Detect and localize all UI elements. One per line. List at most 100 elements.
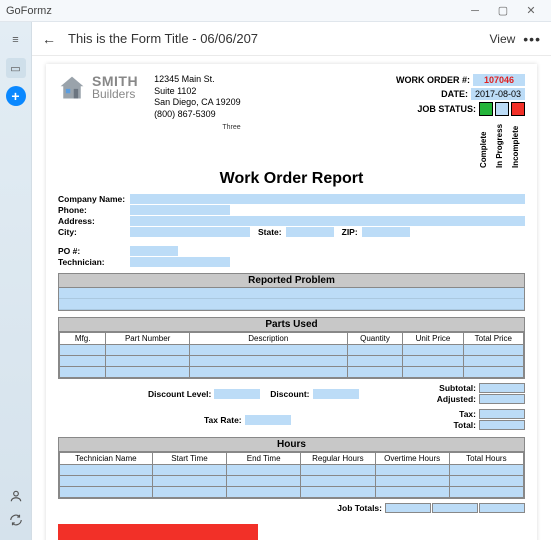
field-company[interactable] xyxy=(130,194,525,204)
status-inprogress-box[interactable] xyxy=(495,102,509,116)
table-row[interactable] xyxy=(60,367,524,378)
wo-status-label: JOB STATUS: xyxy=(417,104,476,114)
address-line3: San Diego, CA 19209 xyxy=(154,97,241,109)
field-phone[interactable] xyxy=(130,205,230,215)
field-adjusted[interactable] xyxy=(479,394,525,404)
field-discount[interactable] xyxy=(313,389,359,399)
brand-name-top: SMITH xyxy=(92,74,138,88)
address-line2: Suite 1102 xyxy=(154,86,241,98)
table-row[interactable] xyxy=(60,476,524,487)
field-taxrate[interactable] xyxy=(245,415,291,425)
hours-col-reg: Regular Hours xyxy=(301,453,375,465)
label-zip: ZIP: xyxy=(342,227,358,237)
parts-col-desc: Description xyxy=(189,333,347,345)
close-button[interactable]: ✕ xyxy=(517,4,545,17)
parts-col-total: Total Price xyxy=(463,333,523,345)
problem-row[interactable] xyxy=(59,288,524,299)
field-job-totals-reg[interactable] xyxy=(385,503,431,513)
label-discount: Discount: xyxy=(270,389,309,399)
status-label-incomplete: Incomplete xyxy=(511,118,525,168)
table-row[interactable] xyxy=(60,465,524,476)
section-reported-problem: Reported Problem xyxy=(58,273,525,311)
problem-row[interactable] xyxy=(59,299,524,310)
label-address: Address: xyxy=(58,216,130,226)
field-job-totals-ot[interactable] xyxy=(432,503,478,513)
work-order-block: WORK ORDER #: 107046 DATE: 2017-08-03 JO… xyxy=(396,74,525,168)
hours-col-start: Start Time xyxy=(152,453,226,465)
status-complete-box[interactable] xyxy=(479,102,493,116)
label-tax: Tax: xyxy=(459,409,476,419)
field-subtotal[interactable] xyxy=(479,383,525,393)
parts-col-partnum: Part Number xyxy=(106,333,190,345)
parts-col-unit: Unit Price xyxy=(403,333,463,345)
table-row[interactable] xyxy=(60,345,524,356)
section-head-hours: Hours xyxy=(59,438,524,452)
wo-num-field[interactable]: 107046 xyxy=(473,74,525,86)
minimize-button[interactable]: ─ xyxy=(461,5,489,17)
status-label-inprogress: In Progress xyxy=(495,118,509,168)
section-head-parts: Parts Used xyxy=(59,318,524,332)
status-incomplete-box[interactable] xyxy=(511,102,525,116)
label-phone: Phone: xyxy=(58,205,130,215)
hours-col-ot: Overtime Hours xyxy=(375,453,449,465)
logo: SMITH Builders xyxy=(58,74,138,168)
house-icon xyxy=(58,74,86,102)
sync-icon[interactable] xyxy=(6,510,26,530)
view-link[interactable]: View xyxy=(489,32,515,46)
field-total[interactable] xyxy=(479,420,525,430)
app-title: GoFormz xyxy=(6,5,52,17)
info-grid: Company Name: Phone: Address: City: Stat… xyxy=(58,194,525,267)
field-zip[interactable] xyxy=(362,227,410,237)
form-document: SMITH Builders 12345 Main St. Suite 1102… xyxy=(46,64,537,540)
section-hours: Hours Technician Name Start Time End Tim… xyxy=(58,437,525,499)
hours-col-end: End Time xyxy=(227,453,301,465)
user-icon[interactable] xyxy=(6,486,26,506)
section-parts-used: Parts Used Mfg. Part Number Description … xyxy=(58,317,525,379)
address-block: 12345 Main St. Suite 1102 San Diego, CA … xyxy=(154,74,241,168)
label-tech: Technician: xyxy=(58,257,130,267)
label-company: Company Name: xyxy=(58,194,130,204)
parts-col-qty: Quantity xyxy=(347,333,403,345)
label-taxrate: Tax Rate: xyxy=(204,415,242,425)
window-titlebar: GoFormz ─ ▢ ✕ xyxy=(0,0,551,22)
field-discount-level[interactable] xyxy=(214,389,260,399)
parts-table: Mfg. Part Number Description Quantity Un… xyxy=(59,332,524,378)
label-discount-level: Discount Level: xyxy=(148,389,211,399)
three-tag: Three xyxy=(154,123,241,132)
signature-pad[interactable] xyxy=(58,524,258,540)
back-arrow-icon[interactable]: ← xyxy=(42,31,58,47)
header-bar: ← This is the Form Title - 06/06/207 Vie… xyxy=(32,22,551,56)
field-po[interactable] xyxy=(130,246,178,256)
status-label-complete: Complete xyxy=(479,118,493,168)
field-job-totals-total[interactable] xyxy=(479,503,525,513)
section-head-problem: Reported Problem xyxy=(59,274,524,288)
hours-col-total: Total Hours xyxy=(449,453,523,465)
hours-col-tech: Technician Name xyxy=(60,453,153,465)
brand-name-bottom: Builders xyxy=(92,88,138,100)
hamburger-icon[interactable]: ≡ xyxy=(6,30,26,50)
field-tax[interactable] xyxy=(479,409,525,419)
field-state[interactable] xyxy=(286,227,334,237)
maximize-button[interactable]: ▢ xyxy=(489,4,517,17)
label-city: City: xyxy=(58,227,130,237)
table-row[interactable] xyxy=(60,487,524,498)
page-title: This is the Form Title - 06/06/207 xyxy=(68,31,258,46)
wo-date-field[interactable]: 2017-08-03 xyxy=(471,88,525,100)
field-city[interactable] xyxy=(130,227,250,237)
hours-table: Technician Name Start Time End Time Regu… xyxy=(59,452,524,498)
label-total: Total: xyxy=(453,420,476,430)
label-state: State: xyxy=(258,227,282,237)
table-row[interactable] xyxy=(60,356,524,367)
label-adjusted: Adjusted: xyxy=(437,394,476,404)
field-address[interactable] xyxy=(130,216,525,226)
sidebar: ≡ ▭ + xyxy=(0,22,32,540)
field-tech[interactable] xyxy=(130,257,230,267)
add-button[interactable]: + xyxy=(6,86,26,106)
address-line1: 12345 Main St. xyxy=(154,74,241,86)
label-job-totals: Job Totals: xyxy=(337,503,382,513)
more-icon[interactable]: ••• xyxy=(523,31,541,47)
document-icon[interactable]: ▭ xyxy=(6,58,26,78)
wo-date-label: DATE: xyxy=(441,89,468,99)
document-title: Work Order Report xyxy=(58,170,525,188)
wo-num-label: WORK ORDER #: xyxy=(396,75,470,85)
